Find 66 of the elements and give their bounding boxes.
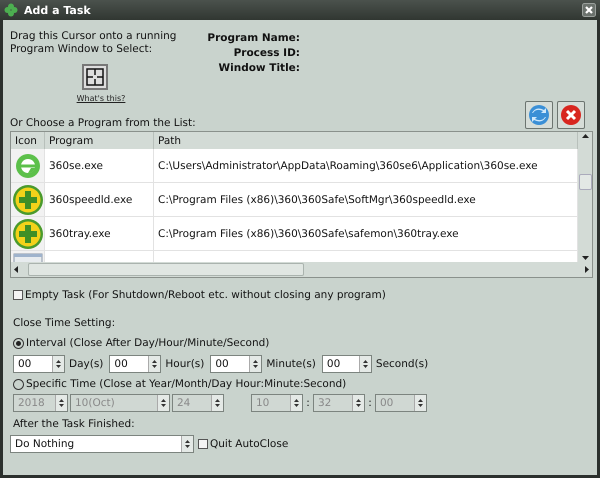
field-label: Window Title:	[218, 62, 300, 74]
unit-label: Minute(s)	[266, 358, 316, 370]
time-separator: :	[305, 397, 311, 409]
spin-box[interactable]: 00	[322, 355, 372, 373]
column-header[interactable]: Program	[45, 132, 154, 149]
whats-this-link[interactable]: What's this?	[76, 94, 126, 103]
spin-box[interactable]: 00	[109, 355, 162, 373]
radio-label: Specific Time (Close at Year/Month/Day Hour:Minute:Second)	[26, 378, 346, 390]
spin-arrows-icon	[362, 360, 368, 368]
down-arrow-icon[interactable]	[582, 256, 588, 260]
checkbox[interactable]	[13, 290, 23, 300]
right-arrow-icon[interactable]	[585, 266, 589, 273]
window-title: Add a Task	[24, 4, 91, 16]
clover-icon	[4, 3, 18, 17]
table-cell: C:\Program Files (x86)\360\360Safe\safemon\360tray.exe	[154, 217, 578, 251]
drag-hint: Drag this Cursor onto a running Program Window to Select:	[10, 30, 178, 56]
unit-label: Hour(s)	[165, 358, 204, 370]
spin-arrows-icon	[294, 399, 299, 407]
table-cell: 360se.exe	[45, 149, 154, 183]
spin-box[interactable]: 00	[13, 355, 65, 373]
delete-button[interactable]	[557, 101, 585, 129]
checkbox-label: Empty Task (For Shutdown/Reboot etc. without closing any program)	[25, 289, 386, 301]
spin-arrows-icon	[56, 360, 61, 368]
spin-arrows-icon	[215, 399, 220, 407]
column-header[interactable]: Icon	[11, 132, 45, 149]
scrollbar-thumb[interactable]	[28, 263, 304, 276]
crosshair-cursor-icon[interactable]	[82, 64, 108, 90]
spin-arrows-icon	[59, 399, 64, 407]
plus-shield-icon	[12, 184, 44, 216]
close-icon[interactable]	[582, 3, 596, 17]
up-arrow-icon[interactable]	[582, 134, 588, 138]
spin-box[interactable]: 00	[210, 355, 262, 373]
table-cell: C:\Program Files (x86)\360\360Safe\SoftMgr\360speedld.exe	[154, 183, 578, 217]
section-label: After the Task Finished:	[12, 418, 136, 430]
spin-arrows-icon	[152, 360, 158, 368]
radio-label: Interval (Close After Day/Hour/Minute/Second)	[26, 337, 270, 349]
window-icon	[12, 253, 42, 262]
refresh-button[interactable]	[525, 101, 553, 129]
checkbox-label: Quit AutoClose	[210, 438, 288, 450]
table-cell: C:\Users\Administrator\AppData\Roaming\360se6\Application\360se.exe	[154, 149, 578, 183]
table-cell: 360tray.exe	[45, 217, 154, 251]
vertical-scrollbar[interactable]	[578, 132, 592, 262]
list-label: Or Choose a Program from the List:	[10, 117, 196, 129]
unit-label: Day(s)	[69, 358, 104, 370]
spin-arrows-icon	[185, 440, 190, 448]
close-icon	[560, 104, 582, 126]
spin-arrows-icon	[253, 360, 258, 368]
spin-arrows-icon	[356, 399, 361, 407]
field-label: Process ID:	[234, 47, 300, 59]
field-label: Program Name:	[207, 32, 300, 44]
table-cell: 360speedld.exe	[45, 183, 154, 217]
horizontal-scrollbar[interactable]	[11, 262, 592, 277]
scrollbar-thumb[interactable]	[578, 174, 592, 190]
refresh-icon	[528, 104, 550, 126]
plus-shield-icon	[12, 218, 44, 250]
unit-label: Second(s)	[376, 358, 428, 370]
browser-icon	[14, 152, 42, 180]
section-label: Close Time Setting:	[12, 317, 116, 329]
radio-button[interactable]	[13, 338, 24, 348]
column-header[interactable]: Path	[154, 132, 578, 149]
time-separator: :	[367, 397, 373, 409]
spin-arrows-icon	[418, 399, 423, 407]
action-dropdown[interactable]: Do Nothing	[10, 435, 194, 453]
left-arrow-icon[interactable]	[14, 266, 18, 273]
spin-arrows-icon	[161, 399, 166, 407]
checkbox[interactable]	[198, 439, 208, 449]
